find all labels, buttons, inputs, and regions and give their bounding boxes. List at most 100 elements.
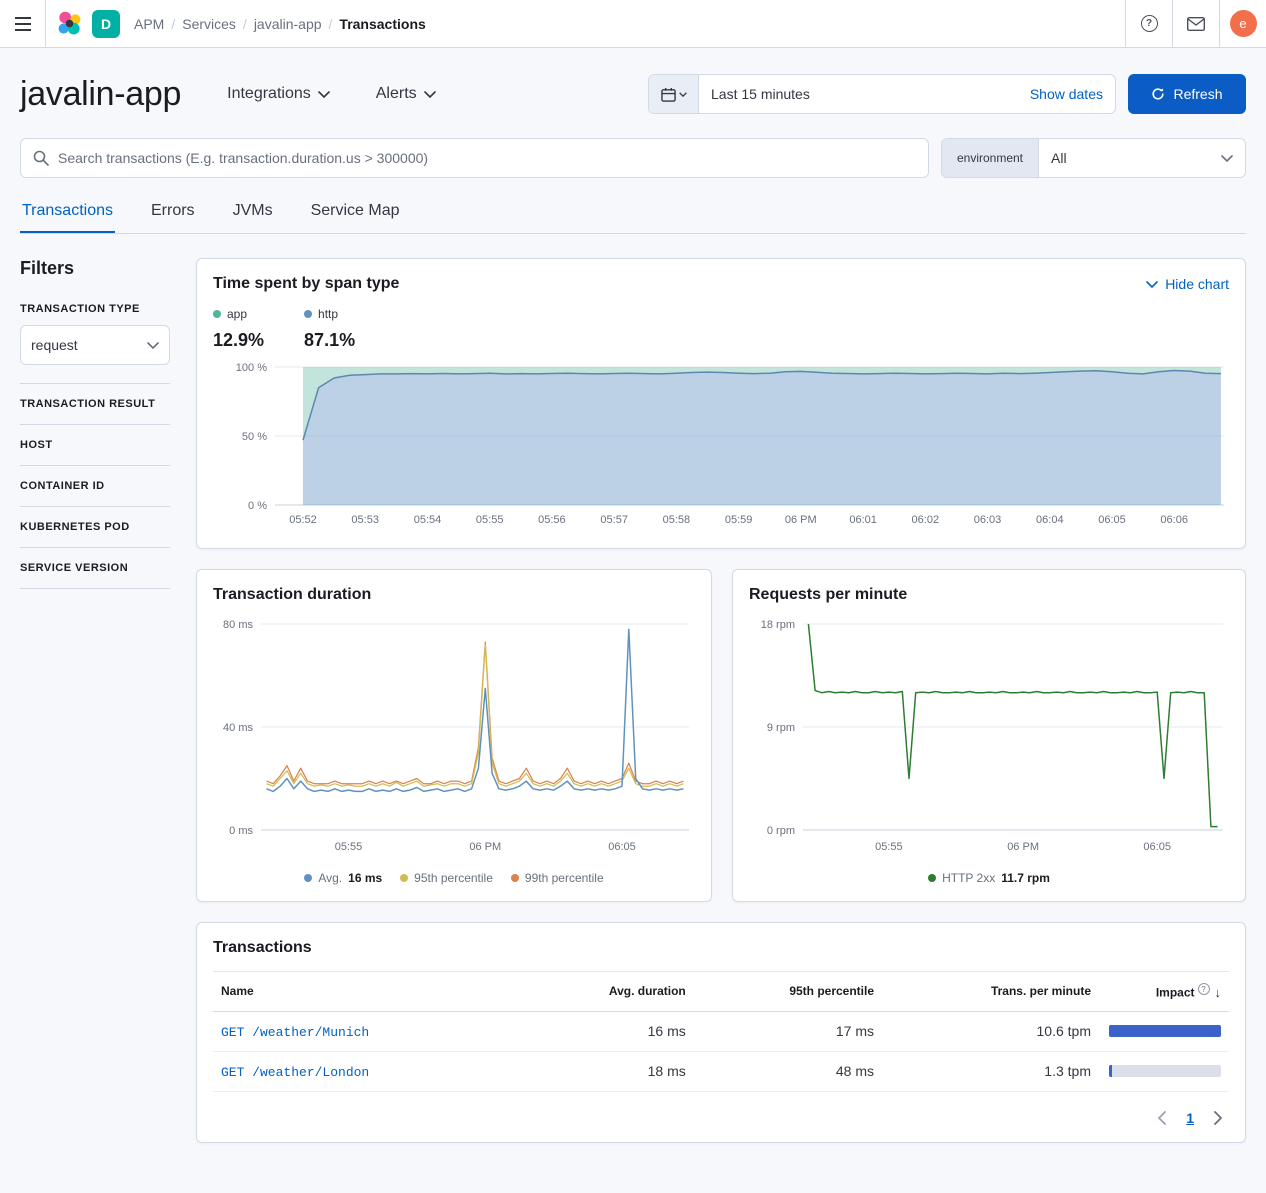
svg-text:06:06: 06:06 [1160, 514, 1188, 526]
legend-item[interactable]: HTTP 2xx 11.7 rpm [928, 871, 1050, 885]
help-button[interactable]: ? [1125, 0, 1172, 47]
hide-chart-link[interactable]: Hide chart [1146, 276, 1229, 292]
span-type-title: Time spent by span type [213, 275, 399, 293]
legend-item[interactable]: 95th percentile [400, 871, 493, 885]
environment-select[interactable]: All [1039, 139, 1245, 177]
legend-item[interactable]: Avg. 16 ms [304, 871, 382, 885]
breadcrumb-item: Transactions [339, 16, 425, 32]
svg-text:05:56: 05:56 [538, 514, 566, 526]
help-icon: ? [1141, 15, 1158, 32]
search-input[interactable] [58, 150, 916, 166]
breadcrumb-item[interactable]: Services [182, 16, 236, 32]
newsfeed-button[interactable] [1172, 0, 1219, 47]
span-type-chart[interactable]: 0 %50 %100 %05:5205:5305:5405:5505:5605:… [213, 361, 1229, 529]
transaction-link[interactable]: GET /weather/London [221, 1065, 369, 1080]
svg-text:80 ms: 80 ms [223, 619, 253, 631]
show-dates-link[interactable]: Show dates [1018, 75, 1115, 113]
chevron-left-icon [1157, 1111, 1166, 1125]
environment-label: environment [942, 139, 1039, 177]
svg-text:06:02: 06:02 [912, 514, 940, 526]
requests-per-minute-chart[interactable]: 0 rpm9 rpm18 rpm05:5506 PM06:05 [749, 614, 1229, 856]
filter-section[interactable]: KUBERNETES POD [20, 507, 170, 548]
info-icon[interactable]: ? [1198, 983, 1210, 995]
svg-text:05:55: 05:55 [476, 514, 504, 526]
transaction-link[interactable]: GET /weather/Munich [221, 1025, 369, 1040]
svg-text:50 %: 50 % [242, 431, 267, 443]
legend-label: http [318, 307, 338, 321]
menu-button[interactable] [0, 0, 46, 47]
user-menu-button[interactable]: e [1219, 0, 1266, 47]
svg-text:06 PM: 06 PM [785, 514, 817, 526]
requests-per-minute-title: Requests per minute [749, 586, 1229, 604]
chevron-down-icon [147, 342, 159, 349]
transactions-table-panel: Transactions NameAvg. duration95th perce… [196, 922, 1246, 1143]
span-legend: app 12.9% http 87.1% [213, 307, 1229, 351]
duration-legend: Avg. 16 ms 95th percentile 99th percenti… [213, 871, 695, 885]
svg-text:9 rpm: 9 rpm [767, 722, 795, 734]
sort-desc-icon[interactable]: ↓ [1215, 985, 1222, 1000]
legend-item[interactable]: 99th percentile [511, 871, 604, 885]
elastic-logo[interactable] [46, 10, 92, 37]
transaction-type-label: TRANSACTION TYPE [20, 303, 170, 315]
span-type-panel: Time spent by span type Hide chart app 1… [196, 258, 1246, 549]
tab-jvms[interactable]: JVMs [231, 200, 275, 233]
search-row: environment All [20, 138, 1246, 178]
legend-label: app [227, 307, 247, 321]
integrations-menu[interactable]: Integrations [227, 85, 330, 103]
top-navigation-bar: D APM/Services/javalin-app/Transactions … [0, 0, 1266, 48]
svg-text:06:01: 06:01 [849, 514, 877, 526]
quick-select-button[interactable] [649, 75, 699, 113]
page-header: javalin-app Integrations Alerts Last 15 … [0, 48, 1266, 234]
next-page-button[interactable] [1214, 1111, 1223, 1125]
breadcrumb-item[interactable]: javalin-app [254, 16, 322, 32]
transaction-duration-chart[interactable]: 0 ms40 ms80 ms05:5506 PM06:05 [213, 614, 695, 856]
transaction-type-value: request [31, 337, 78, 353]
requests-per-minute-panel: Requests per minute 0 rpm9 rpm18 rpm05:5… [732, 569, 1246, 902]
legend-item[interactable]: http [304, 307, 355, 321]
column-header[interactable]: Impact?↓ [1099, 972, 1229, 1012]
transactions-table-body: GET /weather/Munich 16 ms 17 ms 10.6 tpm… [213, 1011, 1229, 1091]
search-icon [33, 150, 49, 166]
table-row: GET /weather/Munich 16 ms 17 ms 10.6 tpm [213, 1011, 1229, 1051]
filter-section[interactable]: CONTAINER ID [20, 466, 170, 507]
rpm-legend: HTTP 2xx 11.7 rpm [749, 871, 1229, 885]
legend-value: 16 ms [348, 871, 382, 885]
tab-errors[interactable]: Errors [149, 200, 197, 233]
tpm-cell: 1.3 tpm [882, 1051, 1099, 1091]
column-header: 95th percentile [694, 972, 882, 1012]
filters-heading: Filters [20, 258, 170, 279]
svg-text:06 PM: 06 PM [469, 841, 501, 853]
pagination: 1 [213, 1110, 1229, 1126]
legend-percent: 87.1% [304, 330, 355, 351]
svg-text:05:53: 05:53 [351, 514, 379, 526]
space-badge[interactable]: D [92, 10, 120, 38]
previous-page-button[interactable] [1157, 1111, 1166, 1125]
legend-dot [213, 310, 221, 318]
hide-chart-label: Hide chart [1165, 276, 1229, 292]
breadcrumb-separator: / [243, 16, 247, 32]
alerts-menu[interactable]: Alerts [376, 85, 436, 103]
breadcrumb-separator: / [329, 16, 333, 32]
svg-text:18 rpm: 18 rpm [761, 619, 795, 631]
filter-section[interactable]: HOST [20, 425, 170, 466]
time-range-value[interactable]: Last 15 minutes [699, 75, 1018, 113]
breadcrumb-item[interactable]: APM [134, 16, 164, 32]
page-number[interactable]: 1 [1186, 1110, 1194, 1126]
svg-text:05:55: 05:55 [335, 841, 363, 853]
integrations-label: Integrations [227, 85, 311, 103]
legend-item[interactable]: app [213, 307, 264, 321]
page-title: javalin-app [20, 75, 181, 114]
transaction-duration-panel: Transaction duration 0 ms40 ms80 ms05:55… [196, 569, 712, 902]
filter-section[interactable]: SERVICE VERSION [20, 548, 170, 589]
transaction-type-select[interactable]: request [20, 325, 170, 365]
filter-section[interactable]: TRANSACTION RESULT [20, 384, 170, 425]
svg-text:06:05: 06:05 [1098, 514, 1126, 526]
legend-column: http 87.1% [304, 307, 355, 351]
refresh-icon [1151, 87, 1165, 101]
hamburger-icon [15, 17, 31, 31]
tab-service-map[interactable]: Service Map [309, 200, 402, 233]
filter-sections: TRANSACTION RESULTHOSTCONTAINER IDKUBERN… [20, 384, 170, 589]
svg-text:100 %: 100 % [236, 362, 267, 374]
refresh-button[interactable]: Refresh [1128, 74, 1246, 114]
tab-transactions[interactable]: Transactions [20, 200, 115, 233]
